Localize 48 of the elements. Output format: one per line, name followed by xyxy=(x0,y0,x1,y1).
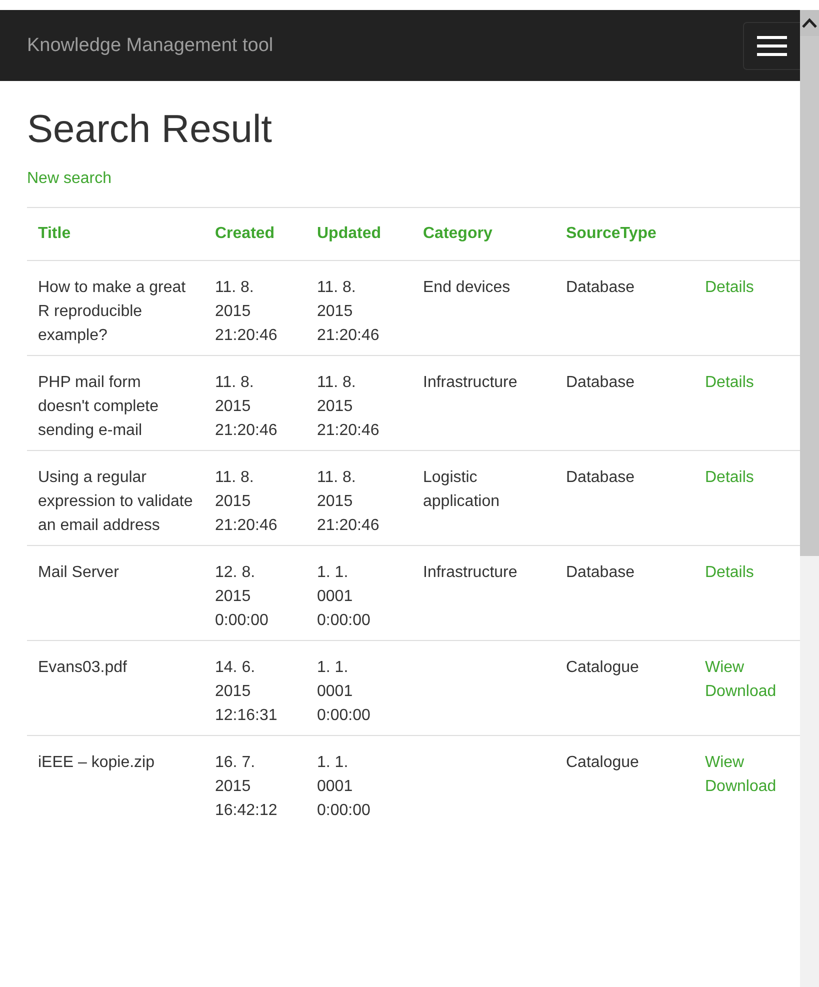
column-header[interactable]: Updated xyxy=(306,207,412,260)
created-cell: 16. 7. 2015 16:42:12 xyxy=(215,754,278,819)
updated-cell: 1. 1. 0001 0:00:00 xyxy=(317,658,370,724)
created-cell: 12. 8. 2015 0:00:00 xyxy=(215,564,268,629)
updated-cell: 11. 8. 2015 21:20:46 xyxy=(317,278,380,344)
title-cell: Mail Server xyxy=(38,564,119,581)
category-cell: Logistic application xyxy=(423,468,500,510)
action-link[interactable]: Download xyxy=(705,774,776,799)
updated-cell: 11. 8. 2015 21:20:46 xyxy=(317,374,380,439)
created-cell: 11. 8. 2015 21:20:46 xyxy=(215,278,278,344)
source-type-cell: Database xyxy=(566,278,634,296)
category-cell: End devices xyxy=(423,278,510,296)
scroll-up-icon[interactable] xyxy=(802,18,817,28)
column-header[interactable]: SourceType xyxy=(555,207,694,260)
action-link[interactable]: Wiew xyxy=(705,656,744,680)
scrollbar[interactable] xyxy=(800,10,819,987)
created-cell: 11. 8. 2015 21:20:46 xyxy=(215,374,278,439)
scroll-thumb[interactable] xyxy=(800,36,819,556)
action-link[interactable]: Details xyxy=(705,466,754,490)
title-cell: Using a regular expression to validate an email address xyxy=(38,468,193,534)
new-search-link[interactable]: New search xyxy=(27,170,112,188)
title-cell: Evans03.pdf xyxy=(38,658,127,676)
updated-cell: 11. 8. 2015 21:20:46 xyxy=(317,468,380,534)
created-cell: 11. 8. 2015 21:20:46 xyxy=(215,468,278,534)
column-header[interactable]: Title xyxy=(27,207,204,260)
updated-cell: 1. 1. 0001 0:00:00 xyxy=(317,754,370,819)
menu-icon xyxy=(757,34,787,56)
created-cell: 14. 6. 2015 12:16:31 xyxy=(215,658,278,724)
page-heading: Search Result xyxy=(27,109,273,152)
source-type-cell: Catalogue xyxy=(566,658,639,676)
category-cell: Infrastructure xyxy=(423,374,518,391)
title-cell: iEEE – kopie.zip xyxy=(38,754,155,771)
action-link[interactable]: Download xyxy=(705,680,776,704)
source-type-cell: Catalogue xyxy=(566,754,639,771)
brand-title[interactable]: Knowledge Management tool xyxy=(27,34,274,56)
action-link[interactable]: Details xyxy=(705,560,754,585)
action-link[interactable]: Details xyxy=(705,370,754,395)
source-type-cell: Database xyxy=(566,564,634,581)
title-cell: How to make a great R reproducible example? xyxy=(38,278,186,344)
action-link[interactable]: Details xyxy=(705,276,754,300)
source-type-cell: Database xyxy=(566,468,634,486)
action-link[interactable]: Wiew xyxy=(705,750,744,775)
updated-cell: 1. 1. 0001 0:00:00 xyxy=(317,564,370,629)
column-header[interactable]: Category xyxy=(412,207,555,260)
category-cell: Infrastructure xyxy=(423,564,518,581)
column-header[interactable]: Created xyxy=(204,207,306,260)
title-cell: PHP mail form doesn't complete sending e-mail xyxy=(38,374,158,439)
source-type-cell: Database xyxy=(566,374,634,391)
